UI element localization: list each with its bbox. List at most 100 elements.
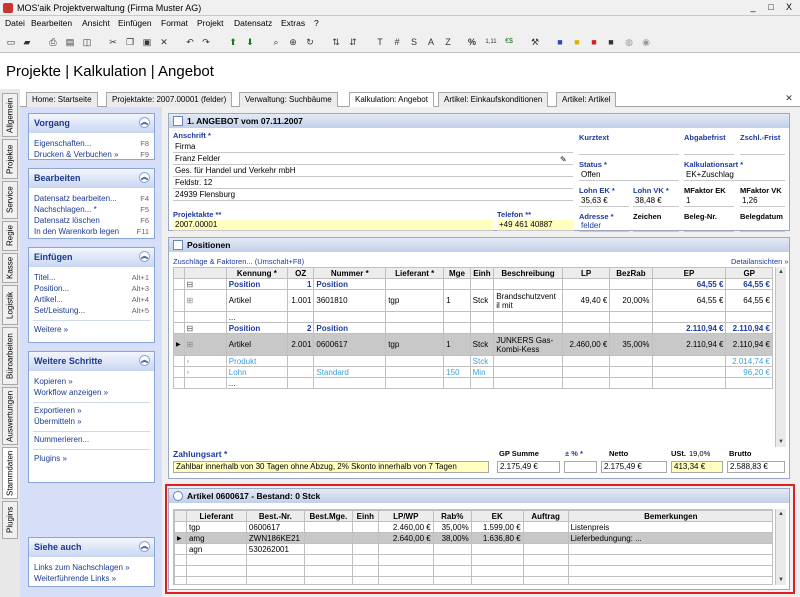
table-cell[interactable]: 1.636,80 € xyxy=(470,532,524,544)
positionen-scrollbar[interactable]: ▲ ▼ xyxy=(775,267,786,447)
table-cell[interactable]: 35,00% xyxy=(432,521,472,533)
table-cell[interactable]: 20,00% xyxy=(609,289,653,312)
search-icon[interactable]: ⌕ xyxy=(269,35,283,49)
table-cell[interactable]: 64,55 € xyxy=(725,278,773,290)
new-icon[interactable]: ▭ xyxy=(4,35,18,49)
table-cell[interactable] xyxy=(286,366,315,378)
table-row[interactable]: agn 530262001 xyxy=(174,543,772,555)
table-cell[interactable]: 2.110,94 € xyxy=(651,322,727,334)
scroll-up-icon[interactable]: ▲ xyxy=(776,509,786,519)
art-column-header[interactable]: Bemerkungen xyxy=(567,510,772,522)
close-tab-icon[interactable]: ✕ xyxy=(782,91,796,105)
table-cell[interactable]: Produkt xyxy=(225,355,288,367)
table-cell[interactable] xyxy=(303,532,353,544)
row-selector[interactable] xyxy=(173,377,185,389)
weitere-link[interactable]: Weitere » xyxy=(29,325,154,336)
table-cell[interactable] xyxy=(493,278,563,290)
table-cell[interactable]: Stck xyxy=(469,289,495,312)
artikel-scrollbar[interactable]: ▲ ▼ xyxy=(775,509,786,585)
table-cell[interactable]: Lohn xyxy=(225,366,288,378)
anschrift-line[interactable]: Ges. für Handel und Verkehr mbH xyxy=(173,166,573,177)
table-row[interactable]: ▶ ⊞ Artikel 2.001 0600617 tgp 1 Stck JUNKERS Gas… xyxy=(173,333,773,356)
links-nachschlagen-link[interactable]: Links zum Nachschlagen » xyxy=(29,563,154,574)
table-row[interactable]: ⊟ Position 2 Position 2.110,94 €2.110,94 € xyxy=(173,322,773,334)
uebermitteln-link[interactable]: Übermitteln » xyxy=(29,417,154,428)
table-cell[interactable]: 2.110,94 € xyxy=(651,333,727,356)
globe-icon[interactable]: ◍ xyxy=(622,35,636,49)
arrow-up-icon[interactable]: ⬆ xyxy=(226,35,240,49)
table-cell[interactable] xyxy=(493,355,563,367)
row-selector[interactable] xyxy=(173,289,185,312)
art-column-header[interactable]: Best.-Nr. xyxy=(245,510,305,522)
row-selector[interactable] xyxy=(174,543,187,555)
tab-home[interactable]: Home: Startseite xyxy=(26,92,98,107)
anschrift-line[interactable]: Franz Felder xyxy=(173,154,573,165)
zeichen-field[interactable] xyxy=(633,221,679,232)
table-cell[interactable] xyxy=(286,377,315,389)
lock-red-icon[interactable]: ■ xyxy=(587,35,601,49)
art-column-header[interactable]: Auftrag xyxy=(522,510,569,522)
table-cell[interactable]: 2.460,00 € xyxy=(561,333,611,356)
table-cell[interactable]: 2.110,94 € xyxy=(725,322,773,334)
table-cell[interactable] xyxy=(385,311,445,323)
table-cell[interactable] xyxy=(561,311,611,323)
scroll-down-icon[interactable]: ▼ xyxy=(776,437,786,447)
table-cell[interactable]: 2.640,00 € xyxy=(377,532,434,544)
anschrift-line[interactable]: Feldstr. 12 xyxy=(173,178,573,189)
table-cell[interactable]: Min xyxy=(469,366,495,378)
row-selector[interactable]: ▶ xyxy=(174,532,187,544)
table-cell[interactable] xyxy=(651,377,727,389)
position-link[interactable]: Position... Alt+3 xyxy=(29,284,154,295)
table-cell[interactable]: JUNKERS Gas-Kombi-Kess xyxy=(493,333,563,356)
table-cell[interactable] xyxy=(313,311,387,323)
table-cell[interactable] xyxy=(443,278,471,290)
menu-datei[interactable]: Datei xyxy=(5,18,25,28)
redo-icon[interactable]: ↷ xyxy=(199,35,213,49)
currency-icon[interactable]: €$ xyxy=(502,35,516,49)
table-cell[interactable]: 1 xyxy=(443,289,471,312)
table-cell[interactable]: amg xyxy=(185,532,247,544)
table-cell[interactable] xyxy=(313,377,387,389)
table-cell[interactable]: Position xyxy=(225,278,288,290)
table-cell[interactable]: 3601810 xyxy=(313,289,387,312)
table-cell[interactable]: 2.460,00 € xyxy=(377,521,434,533)
table-cell[interactable] xyxy=(443,355,471,367)
vtab-stammdaten[interactable]: Stammdaten xyxy=(2,447,18,499)
vtab-bueroarbeiten[interactable]: Büroarbeiten xyxy=(2,327,18,385)
art-column-header[interactable]: LP/WP xyxy=(377,510,434,522)
row-selector[interactable] xyxy=(173,311,185,323)
table-cell[interactable] xyxy=(385,355,445,367)
table-cell[interactable] xyxy=(493,366,563,378)
drucken-verbuchen-link[interactable]: Drucken & Verbuchen » F9 xyxy=(29,150,154,161)
vtab-projekte[interactable]: Projekte xyxy=(2,139,18,179)
titel-link[interactable]: Titel... Alt+1 xyxy=(29,273,154,284)
set-leistung-link[interactable]: Set/Leistung... Alt+5 xyxy=(29,306,154,317)
weiterfuehrende-links-link[interactable]: Weiterführende Links » xyxy=(29,574,154,585)
filter-icon[interactable]: ⇵ xyxy=(346,35,360,49)
row-selector[interactable] xyxy=(173,278,185,290)
panel-header[interactable]: Siehe auch ︽ xyxy=(29,538,154,557)
table-cell[interactable] xyxy=(561,377,611,389)
print-icon[interactable]: ⎙ xyxy=(46,35,60,49)
menu-einfuegen[interactable]: Einfügen xyxy=(118,18,152,28)
table-cell[interactable] xyxy=(725,311,773,323)
menu-extras[interactable]: Extras xyxy=(281,18,305,28)
lohn-vk-field[interactable]: 38,48 € xyxy=(633,196,679,207)
delete-icon[interactable]: ✕ xyxy=(157,35,171,49)
undo-icon[interactable]: ↶ xyxy=(183,35,197,49)
datensatz-bearbeiten-link[interactable]: Datensatz bearbeiten... F4 xyxy=(29,194,154,205)
table-cell[interactable] xyxy=(470,543,524,555)
table-cell[interactable]: 64,55 € xyxy=(651,289,727,312)
table-row[interactable]: ⊟ Position 1 Position 64,55 €64,55 € xyxy=(173,278,773,290)
copy-icon[interactable]: ❐ xyxy=(123,35,137,49)
row-selector[interactable] xyxy=(173,366,185,378)
plugins-link[interactable]: Plugins » xyxy=(29,454,154,465)
table-row[interactable]: ... xyxy=(173,311,773,323)
vtab-regie[interactable]: Regie xyxy=(2,221,18,251)
table-cell[interactable]: 1.001 xyxy=(286,289,315,312)
datensatz-loeschen-link[interactable]: Datensatz löschen F6 xyxy=(29,216,154,227)
menu-ansicht[interactable]: Ansicht xyxy=(82,18,110,28)
table-cell[interactable] xyxy=(377,543,434,555)
table-cell[interactable] xyxy=(469,311,495,323)
table-cell[interactable] xyxy=(567,543,772,555)
